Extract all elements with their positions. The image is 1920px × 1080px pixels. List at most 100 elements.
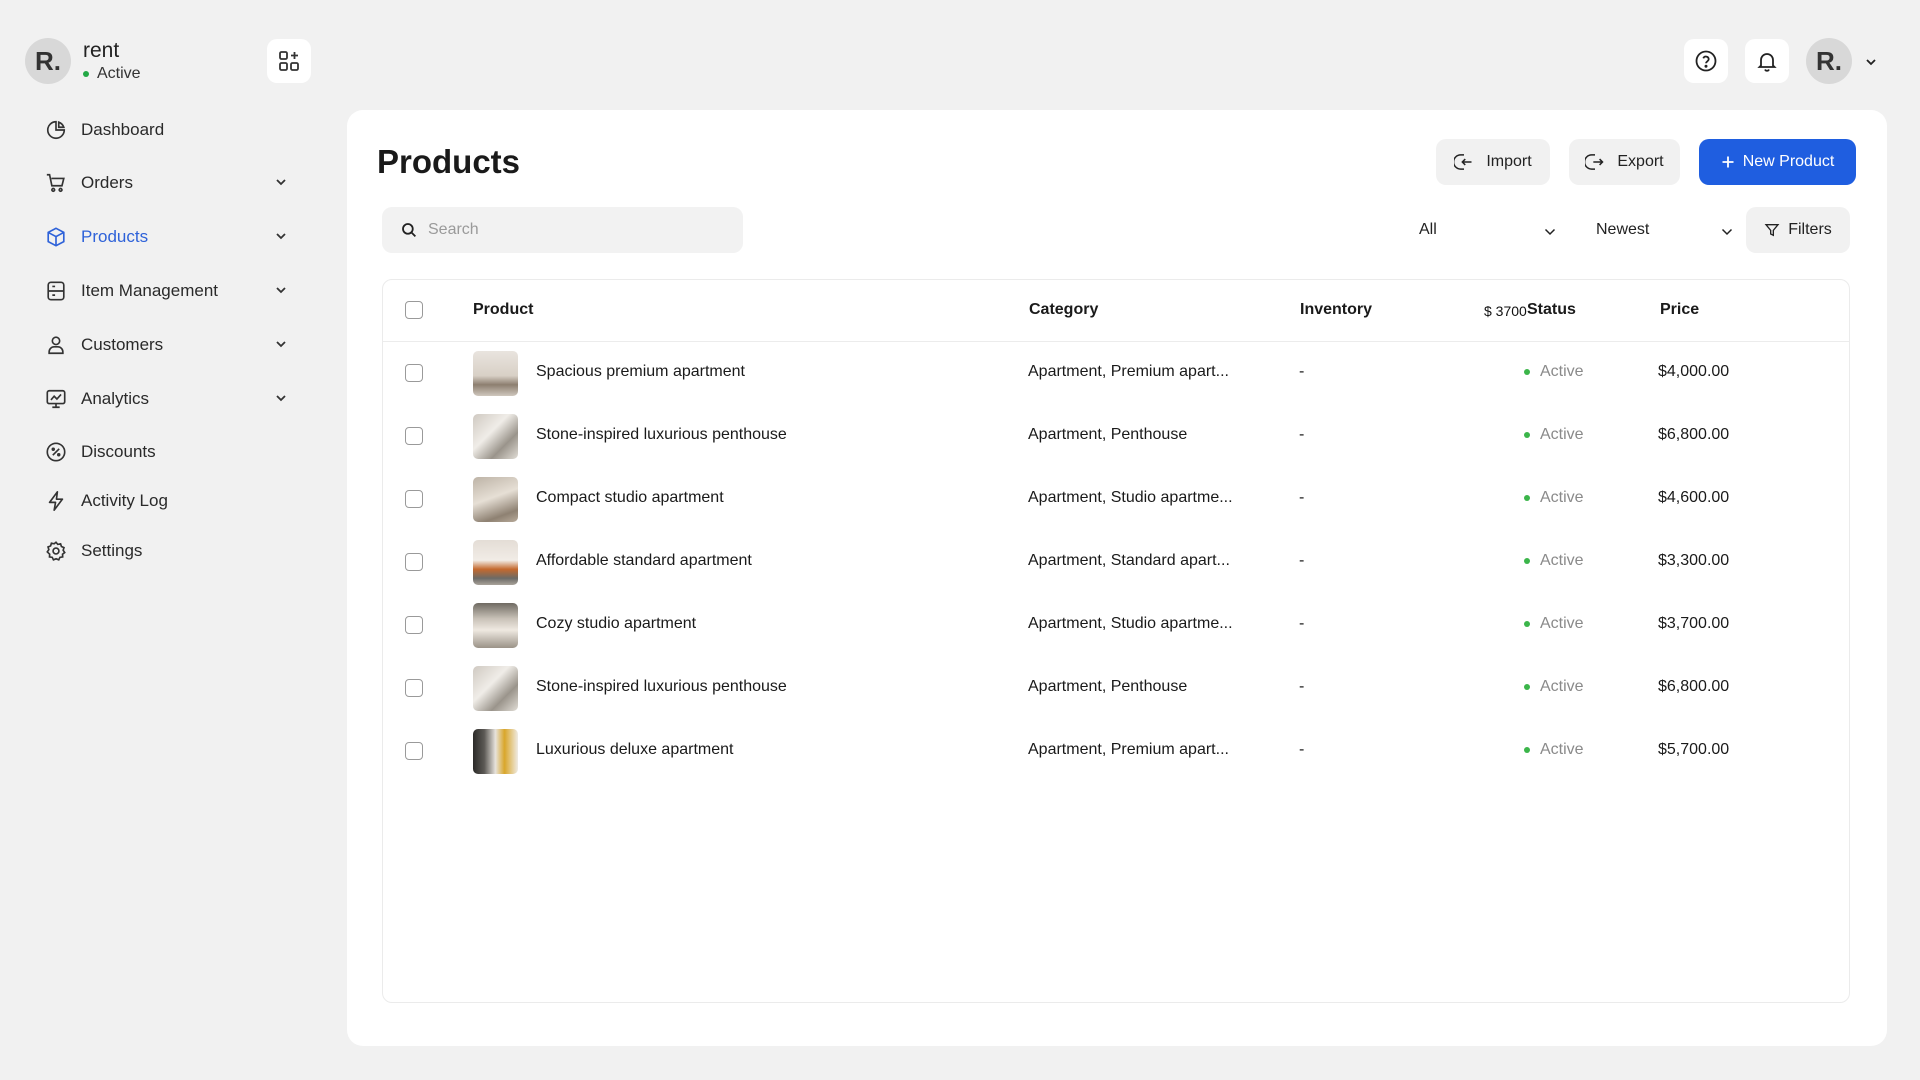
overlap-price-label: $ 3700 [1484, 303, 1527, 319]
product-price: $6,800.00 [1658, 426, 1730, 443]
workspace-switcher[interactable]: R. rent Active [25, 38, 141, 84]
cart-icon [44, 171, 68, 195]
sidebar-item-label: Dashboard [81, 120, 165, 139]
search-input[interactable] [428, 221, 728, 239]
sidebar-item-discounts[interactable]: Discounts [44, 434, 310, 470]
import-label: Import [1486, 153, 1532, 170]
row-checkbox[interactable] [405, 364, 423, 382]
product-price: $3,700.00 [1658, 615, 1730, 632]
sidebar-item-products[interactable]: Products [44, 219, 310, 255]
row-checkbox[interactable] [405, 553, 423, 571]
workspace-avatar: R. [25, 38, 71, 84]
sidebar-item-label: Orders [81, 173, 133, 192]
column-header-price[interactable]: Price [1660, 301, 1699, 319]
chevron-down-icon [276, 395, 286, 402]
chevron-down-icon [1544, 228, 1556, 236]
table-row[interactable]: Cozy studio apartment Apartment, Studio … [383, 594, 1849, 657]
product-thumbnail [473, 540, 518, 585]
new-product-button[interactable]: New Product [1699, 139, 1856, 185]
search-box[interactable] [382, 207, 743, 253]
product-name[interactable]: Cozy studio apartment [536, 615, 696, 633]
sidebar-item-item-management[interactable]: Item Management [44, 273, 310, 309]
product-thumbnail [473, 414, 518, 459]
product-category: Apartment, Premium apart... [1028, 741, 1229, 758]
import-button[interactable]: Import [1436, 139, 1550, 185]
status-dot [83, 71, 89, 77]
column-header-product[interactable]: Product [473, 301, 533, 319]
pie-chart-icon [44, 118, 68, 142]
sidebar-item-analytics[interactable]: Analytics [44, 381, 310, 417]
status-badge-label: Active [1540, 489, 1584, 506]
chevron-down-icon[interactable] [1864, 55, 1878, 69]
table-row[interactable]: Luxurious deluxe apartment Apartment, Pr… [383, 720, 1849, 783]
discount-icon [44, 440, 68, 464]
plus-icon [1722, 156, 1734, 168]
sidebar-item-orders[interactable]: Orders [44, 165, 310, 201]
user-avatar[interactable]: R. [1806, 38, 1852, 84]
product-inventory: - [1299, 678, 1305, 695]
sort-select[interactable]: Newest [1596, 207, 1734, 253]
product-category: Apartment, Premium apart... [1028, 363, 1229, 380]
help-button[interactable] [1684, 39, 1728, 83]
page-title: Products [377, 143, 521, 180]
product-name[interactable]: Luxurious deluxe apartment [536, 741, 733, 759]
status-badge: Active [1524, 678, 1584, 696]
row-checkbox[interactable] [405, 679, 423, 697]
table-row[interactable]: Spacious premium apartment Apartment, Pr… [383, 342, 1849, 405]
product-inventory: - [1299, 615, 1305, 632]
table-row[interactable]: Stone-inspired luxurious penthouse Apart… [383, 405, 1849, 468]
apps-grid-button[interactable] [267, 39, 311, 83]
select-all-checkbox[interactable] [405, 301, 423, 319]
apps-grid-icon [279, 51, 299, 71]
table-row[interactable]: Stone-inspired luxurious penthouse Apart… [383, 657, 1849, 720]
column-header-status[interactable]: Status [1527, 301, 1576, 319]
status-filter-select[interactable]: All [1419, 207, 1557, 253]
row-checkbox[interactable] [405, 427, 423, 445]
sidebar-item-label: Products [81, 227, 149, 246]
product-price: $4,600.00 [1658, 489, 1730, 506]
notifications-button[interactable] [1745, 39, 1789, 83]
column-header-inventory[interactable]: Inventory [1300, 301, 1372, 319]
product-name[interactable]: Affordable standard apartment [536, 552, 752, 570]
status-dot [1524, 684, 1530, 690]
product-name[interactable]: Stone-inspired luxurious penthouse [536, 678, 787, 696]
status-dot [1524, 495, 1530, 501]
status-badge: Active [1524, 489, 1584, 507]
sort-value: Newest [1596, 221, 1650, 238]
row-checkbox[interactable] [405, 616, 423, 634]
product-price: $4,000.00 [1658, 363, 1730, 380]
status-dot [1524, 747, 1530, 753]
status-badge: Active [1524, 426, 1584, 444]
sidebar-item-settings[interactable]: Settings [44, 533, 310, 569]
sidebar-item-customers[interactable]: Customers [44, 327, 310, 363]
table-row[interactable]: Affordable standard apartment Apartment,… [383, 531, 1849, 594]
product-category: Apartment, Studio apartme... [1028, 615, 1233, 632]
chevron-down-icon [1721, 228, 1733, 236]
product-name[interactable]: Stone-inspired luxurious penthouse [536, 426, 787, 444]
column-header-category[interactable]: Category [1029, 301, 1098, 319]
status-dot [1524, 621, 1530, 627]
gear-icon [44, 539, 68, 563]
bell-icon [1757, 53, 1777, 72]
help-icon [1695, 50, 1717, 72]
sidebar-item-dashboard[interactable]: Dashboard [44, 112, 310, 148]
product-name[interactable]: Spacious premium apartment [536, 363, 745, 381]
product-inventory: - [1299, 552, 1305, 569]
status-badge-label: Active [1540, 741, 1584, 758]
status-badge: Active [1524, 552, 1584, 570]
product-name[interactable]: Compact studio apartment [536, 489, 724, 507]
chevron-down-icon [276, 287, 286, 294]
export-label: Export [1617, 153, 1664, 170]
export-icon [1585, 154, 1604, 170]
filters-button[interactable]: Filters [1746, 207, 1850, 253]
table-row[interactable]: Compact studio apartment Apartment, Stud… [383, 468, 1849, 531]
workspace-status: Active [83, 65, 141, 83]
lightning-icon [44, 489, 68, 513]
sidebar-item-activity-log[interactable]: Activity Log [44, 483, 310, 519]
status-badge-label: Active [1540, 615, 1584, 632]
status-filter-value: All [1419, 221, 1437, 238]
row-checkbox[interactable] [405, 742, 423, 760]
export-button[interactable]: Export [1569, 139, 1680, 185]
row-checkbox[interactable] [405, 490, 423, 508]
main-panel: Products Import Export New Product All N… [347, 110, 1887, 1046]
